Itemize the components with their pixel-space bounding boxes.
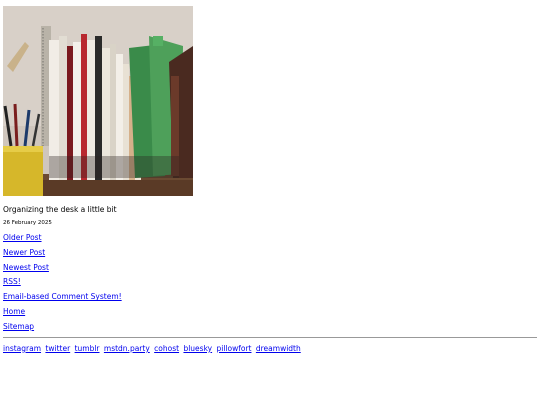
social-link-pillowfort[interactable]: pillowfort	[216, 344, 251, 353]
social-link-cohost[interactable]: cohost	[154, 344, 179, 353]
page: Organizing the desk a little bit 26 Febr…	[3, 6, 537, 354]
social-link-mastodon[interactable]: mstdn.party	[104, 344, 150, 353]
social-links: instagram twitter tumblr mstdn.party coh…	[3, 344, 537, 354]
home-link[interactable]: Home	[3, 307, 537, 317]
rss-link[interactable]: RSS!	[3, 277, 537, 287]
social-link-dreamwidth[interactable]: dreamwidth	[256, 344, 301, 353]
email-comment-link[interactable]: Email-based Comment System!	[3, 292, 537, 302]
social-link-tumblr[interactable]: tumblr	[75, 344, 100, 353]
social-link-instagram[interactable]: instagram	[3, 344, 41, 353]
post-image[interactable]	[3, 6, 193, 196]
older-post-link[interactable]: Older Post	[3, 233, 537, 243]
post-navigation: Older Post Newer Post Newest Post RSS! E…	[3, 233, 537, 332]
post-date: 26 February 2025	[3, 220, 52, 226]
newer-post-link[interactable]: Newer Post	[3, 248, 537, 258]
divider	[3, 336, 537, 338]
desk-photo	[3, 6, 193, 196]
post-caption: Organizing the desk a little bit	[3, 205, 117, 214]
social-link-bluesky[interactable]: bluesky	[183, 344, 212, 353]
social-link-twitter[interactable]: twitter	[45, 344, 70, 353]
sitemap-link[interactable]: Sitemap	[3, 322, 537, 332]
newest-post-link[interactable]: Newest Post	[3, 263, 537, 273]
